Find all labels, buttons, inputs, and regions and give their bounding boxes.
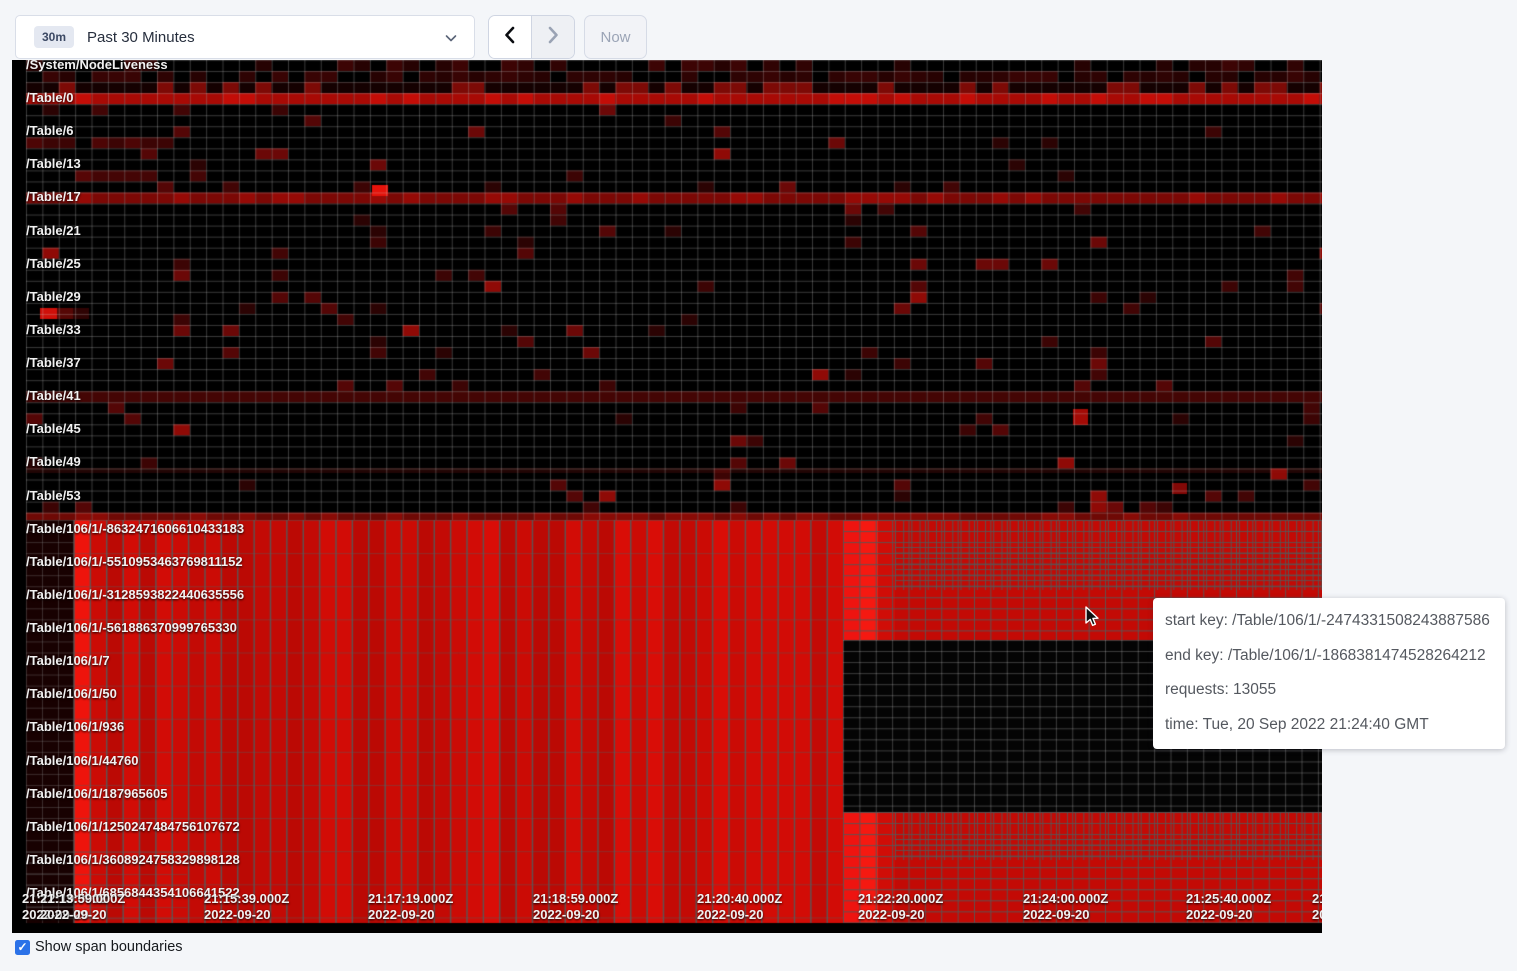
tooltip-start-key: start key: /Table/106/1/-247433150824388… — [1165, 611, 1493, 631]
time-range-select[interactable]: 30m Past 30 Minutes — [15, 15, 475, 59]
prev-time-button[interactable] — [489, 16, 532, 58]
tooltip-time: time: Tue, 20 Sep 2022 21:24:40 GMT — [1165, 715, 1493, 735]
next-time-button[interactable] — [532, 16, 574, 58]
footer: ✓ Show span boundaries — [15, 939, 183, 955]
time-range-badge: 30m — [34, 26, 74, 48]
key-visualizer-heatmap: /System/NodeLiveness/Table/0/Table/6/Tab… — [12, 60, 1322, 933]
bucket-tooltip: start key: /Table/106/1/-247433150824388… — [1153, 598, 1505, 749]
now-button-label: Now — [600, 29, 630, 46]
time-nav-group — [488, 15, 575, 59]
now-button[interactable]: Now — [584, 15, 647, 59]
tooltip-end-key: end key: /Table/106/1/-18683814745282642… — [1165, 646, 1493, 666]
span-boundaries-label: Show span boundaries — [35, 939, 183, 955]
tooltip-requests: requests: 13055 — [1165, 680, 1493, 700]
span-boundaries-checkbox[interactable]: ✓ — [15, 940, 30, 955]
time-range-label: Past 30 Minutes — [87, 29, 195, 46]
key-visualizer-page: 30m Past 30 Minutes Now /System/NodeLive… — [0, 0, 1517, 971]
chevron-left-icon — [502, 26, 518, 49]
chevron-down-icon — [444, 31, 458, 50]
heatmap-canvas[interactable] — [12, 60, 1322, 933]
chevron-right-icon — [545, 26, 561, 49]
